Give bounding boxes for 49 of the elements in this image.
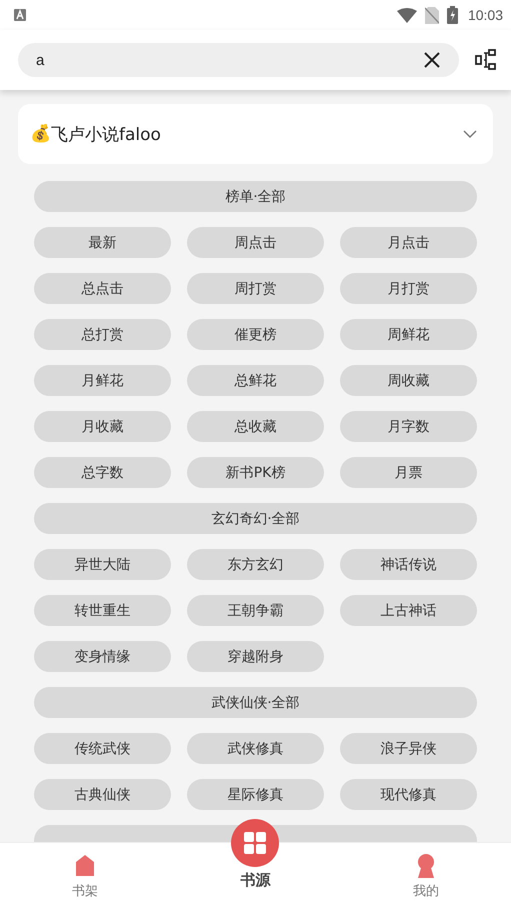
status-time: 10:03 xyxy=(468,7,503,23)
no-sim-icon xyxy=(424,6,439,24)
tag-button[interactable]: 传统武侠 xyxy=(34,733,171,764)
tag-button[interactable]: 转世重生 xyxy=(34,595,171,626)
tag-button[interactable]: 现代修真 xyxy=(340,779,477,810)
tag-button[interactable]: 总鲜花 xyxy=(187,365,324,396)
tag-button[interactable]: 王朝争霸 xyxy=(187,595,324,626)
notification-icon xyxy=(14,9,26,21)
tag-button[interactable]: 周收藏 xyxy=(340,365,477,396)
close-icon[interactable] xyxy=(423,51,441,69)
tag-button[interactable]: 总收藏 xyxy=(187,411,324,442)
source-name: 飞卢小说faloo xyxy=(51,124,162,146)
category-button[interactable]: 榜单·全部 xyxy=(34,181,477,212)
source-selector[interactable]: 💰飞卢小说faloo xyxy=(18,104,493,164)
tag-button[interactable]: 上古神话 xyxy=(340,595,477,626)
battery-icon xyxy=(446,6,458,24)
tag-button[interactable]: 月收藏 xyxy=(34,411,171,442)
tag-button[interactable]: 月点击 xyxy=(340,227,477,258)
category-button[interactable]: 武侠仙侠·全部 xyxy=(34,687,477,718)
nav-tab[interactable]: 我的 xyxy=(340,852,511,908)
tag-button[interactable]: 最新 xyxy=(34,227,171,258)
nav-tab[interactable]: 书架 xyxy=(0,852,170,908)
tag-button[interactable]: 异世大陆 xyxy=(34,549,171,580)
tag-button[interactable]: 古典仙侠 xyxy=(34,779,171,810)
tag-button[interactable]: 神话传说 xyxy=(340,549,477,580)
tag-button[interactable]: 武侠修真 xyxy=(187,733,324,764)
tag-button[interactable]: 周鲜花 xyxy=(340,319,477,350)
tag-button[interactable]: 星际修真 xyxy=(187,779,324,810)
tag-button[interactable]: 催更榜 xyxy=(187,319,324,350)
tag-button[interactable]: 月票 xyxy=(340,457,477,488)
money-bag-icon: 💰 xyxy=(30,126,51,142)
wifi-icon xyxy=(396,8,417,22)
tag-button[interactable]: 东方玄幻 xyxy=(187,549,324,580)
tag-button[interactable]: 总打赏 xyxy=(34,319,171,350)
tag-button[interactable]: 穿越附身 xyxy=(187,641,324,672)
tag-button[interactable]: 月打赏 xyxy=(340,273,477,304)
tag-button[interactable]: 周点击 xyxy=(187,227,324,258)
tag-button[interactable]: 变身情缘 xyxy=(34,641,171,672)
tag-button[interactable]: 月鲜花 xyxy=(34,365,171,396)
search-field[interactable]: a xyxy=(18,43,459,77)
tag-button[interactable]: 新书PK榜 xyxy=(187,457,324,488)
tag-button[interactable]: 周打赏 xyxy=(187,273,324,304)
tag-button[interactable]: 总点击 xyxy=(34,273,171,304)
hierarchy-icon[interactable] xyxy=(475,49,497,71)
tag-button[interactable]: 月字数 xyxy=(340,411,477,442)
category-button[interactable]: 玄幻奇幻·全部 xyxy=(34,503,477,534)
nav-tab[interactable]: 书源 xyxy=(170,819,341,908)
tag-button[interactable]: 浪子异侠 xyxy=(340,733,477,764)
tag-button[interactable]: 总字数 xyxy=(34,457,171,488)
